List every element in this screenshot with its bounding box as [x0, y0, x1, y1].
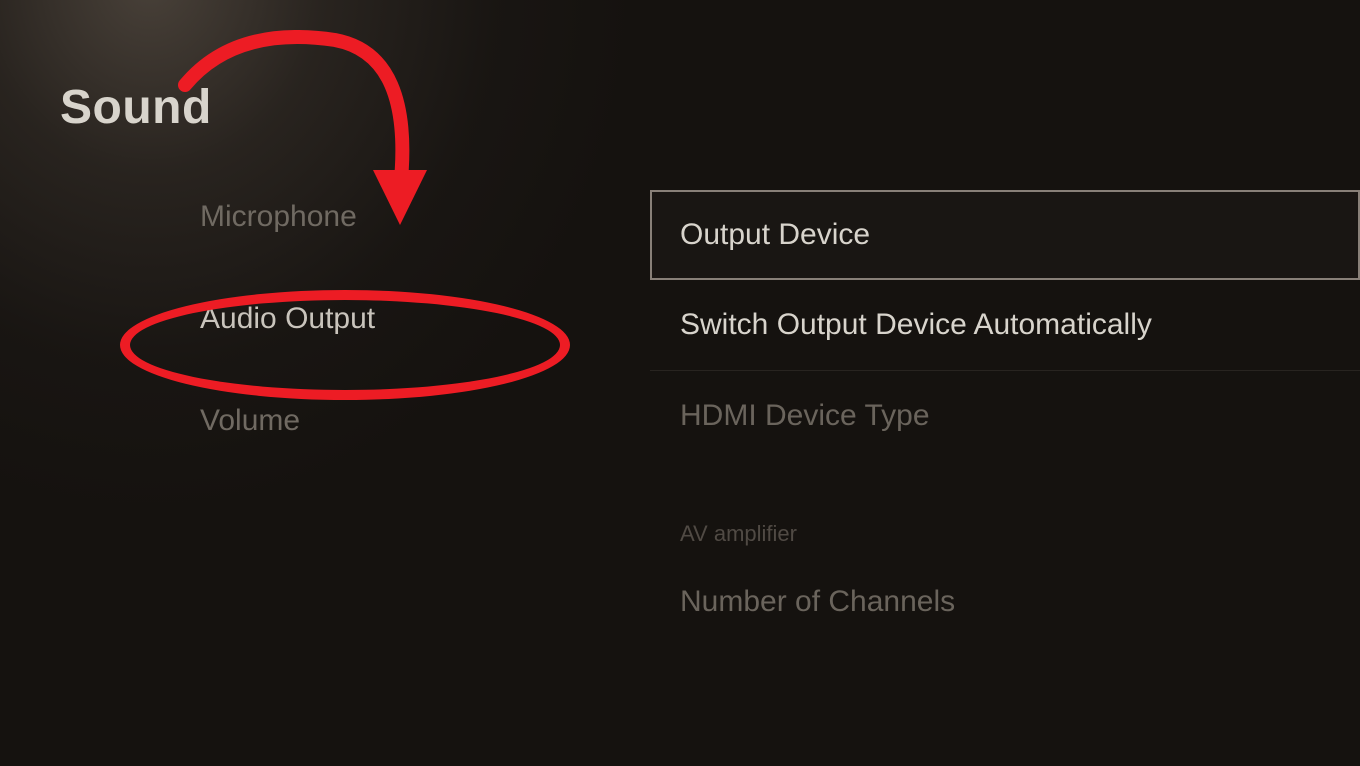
content-item-label: Output Device	[680, 218, 870, 251]
content-item-number-of-channels[interactable]: Number of Channels	[650, 557, 1360, 647]
section-label-av-amplifier: AV amplifier	[650, 461, 1360, 557]
content-panel: Output Device Switch Output Device Autom…	[650, 190, 1360, 647]
sidebar-item-audio-output[interactable]: Audio Output	[200, 302, 375, 336]
sidebar-item-volume[interactable]: Volume	[200, 404, 375, 438]
content-item-label: HDMI Device Type	[680, 399, 930, 432]
page-title: Sound	[60, 80, 212, 135]
sidebar-item-label: Volume	[200, 404, 300, 437]
content-item-output-device[interactable]: Output Device	[650, 190, 1360, 280]
content-item-switch-output-auto[interactable]: Switch Output Device Automatically	[650, 280, 1360, 371]
sidebar-item-label: Microphone	[200, 200, 357, 233]
sidebar: Microphone Audio Output Volume	[200, 200, 375, 438]
content-item-label: Switch Output Device Automatically	[680, 308, 1152, 341]
sidebar-item-label: Audio Output	[200, 302, 375, 335]
content-item-hdmi-device-type[interactable]: HDMI Device Type	[650, 371, 1360, 461]
sidebar-item-microphone[interactable]: Microphone	[200, 200, 375, 234]
content-item-label: Number of Channels	[680, 585, 955, 618]
